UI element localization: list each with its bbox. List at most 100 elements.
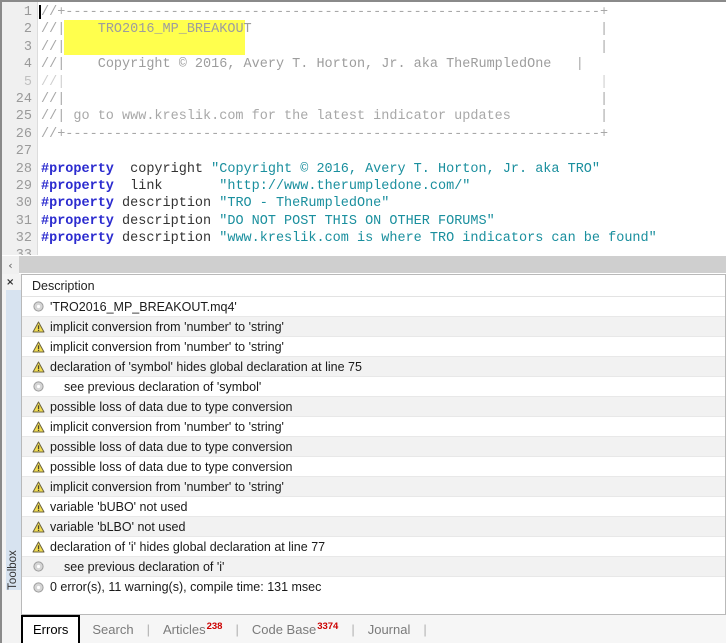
code-text: #property description "TRO - TheRumpledO…	[32, 195, 389, 212]
line-number: 29	[15, 178, 32, 194]
message-row[interactable]: possible loss of data due to type conver…	[22, 437, 725, 457]
line-number: 28	[15, 161, 32, 177]
code-line[interactable]: 25 //| go to www.kreslik.com for the late…	[2, 108, 726, 125]
code-token: Copyright © 2016, Avery T. Horton, Jr. a…	[65, 57, 576, 73]
message-row[interactable]: variable 'bLBO' not used	[22, 517, 725, 537]
message-row[interactable]: declaration of 'i' hides global declarat…	[22, 537, 725, 557]
code-editor[interactable]: 1 //+------------------------------------…	[2, 2, 726, 255]
code-token: #property	[41, 178, 114, 194]
code-line[interactable]: 31 #property description "DO NOT POST THI…	[2, 213, 726, 230]
code-token: "Copyright © 2016, Avery T. Horton, Jr. …	[211, 161, 601, 177]
message-row[interactable]: implicit conversion from 'number' to 'st…	[22, 337, 725, 357]
code-text: #property description "DO NOT POST THIS …	[32, 213, 495, 230]
code-text: #property link "http://www.therumpledone…	[32, 178, 470, 195]
info-icon	[30, 380, 47, 394]
scroll-left-arrow-icon[interactable]: ‹	[2, 256, 19, 274]
code-line[interactable]: 4//| Copyright © 2016, Avery T. Horton, …	[2, 56, 726, 73]
line-number: 4	[23, 57, 32, 73]
code-line[interactable]: 1 //+------------------------------------…	[2, 4, 726, 21]
message-text: variable 'bLBO' not used	[50, 519, 186, 534]
tab-label: Search	[92, 622, 134, 637]
code-token: //| |	[41, 91, 609, 107]
tab-errors[interactable]: Errors	[21, 615, 81, 643]
code-line[interactable]: 28 #property copyright "Copyright © 2016,…	[2, 161, 726, 178]
message-row[interactable]: possible loss of data due to type conver…	[22, 397, 725, 417]
code-line[interactable]: 27	[2, 143, 726, 160]
compile-status-row[interactable]: 0 error(s), 11 warning(s), compile time:…	[22, 577, 725, 597]
code-token: description	[113, 231, 220, 247]
code-token: #property	[41, 213, 114, 229]
code-token: "www.kreslik.com is where TRO indicators…	[219, 231, 657, 247]
line-number: 24	[15, 91, 32, 107]
message-row[interactable]: variable 'bUBO' not used	[22, 497, 725, 517]
code-line[interactable]: 29 #property link "http://www.therumpledo…	[2, 178, 726, 195]
close-icon[interactable]: ×	[6, 277, 14, 288]
toolbox-tabbar[interactable]: Errors Search | Articles 238 | Code Base 3374 | J…	[21, 614, 726, 643]
code-token: //+-------------------------------------…	[41, 126, 609, 142]
line-number: 27	[15, 144, 32, 160]
tab-code-base[interactable]: Code Base 3374	[240, 617, 350, 643]
code-text: //| go to www.kreslik.com for the latest…	[32, 108, 608, 125]
info-icon	[30, 580, 47, 594]
code-line[interactable]: 30 #property description "TRO - TheRumple…	[2, 195, 726, 212]
code-token: copyright	[113, 161, 212, 177]
code-text: //| Copyright © 2016, Avery T. Horton, J…	[32, 56, 584, 73]
warning-icon	[30, 480, 47, 494]
warning-icon	[30, 500, 47, 514]
toolbox-rail: × Toolbox	[2, 274, 21, 643]
code-line[interactable]: 3 //| |	[2, 39, 726, 56]
code-token: "http://www.therumpledone.com/"	[219, 178, 471, 194]
message-row[interactable]: implicit conversion from 'number' to 'st…	[22, 317, 725, 337]
message-row[interactable]: see previous declaration of 'symbol'	[22, 377, 725, 397]
code-line[interactable]: 24 //| |	[2, 91, 726, 108]
code-line[interactable]: 32 #property description "www.kreslik.com…	[2, 230, 726, 247]
code-line[interactable]: 2//| TRO2016_MP_BREAKOUT |	[2, 21, 726, 38]
line-number: 30	[15, 196, 32, 212]
warning-triangle-icon	[32, 501, 45, 512]
code-token: "DO NOT POST THIS ON OTHER FORUMS"	[219, 213, 495, 229]
message-text: implicit conversion from 'number' to 'st…	[50, 479, 284, 494]
editor-horizontal-scrollbar[interactable]: ‹	[2, 255, 726, 274]
warning-icon	[30, 520, 47, 534]
code-line[interactable]: 33	[2, 247, 726, 255]
warning-icon	[30, 400, 47, 414]
warning-triangle-icon	[32, 421, 45, 432]
message-text: possible loss of data due to type conver…	[50, 459, 293, 474]
line-number: 25	[15, 109, 32, 125]
code-line[interactable]: 26 //+-----------------------------------…	[2, 126, 726, 143]
toolbox-panel: × Toolbox Description 'TRO2016_MP_BREAKO…	[2, 274, 726, 643]
code-line[interactable]: 5 //| |	[2, 74, 726, 91]
message-text: variable 'bUBO' not used	[50, 499, 188, 514]
message-row[interactable]: see previous declaration of 'i'	[22, 557, 725, 577]
code-lines[interactable]: 1 //+------------------------------------…	[2, 4, 726, 255]
message-text: see previous declaration of 'i'	[64, 559, 225, 574]
messages-rows[interactable]: 'TRO2016_MP_BREAKOUT.mq4' implicit conver…	[22, 297, 725, 597]
message-row[interactable]: implicit conversion from 'number' to 'st…	[22, 477, 725, 497]
message-row[interactable]: implicit conversion from 'number' to 'st…	[22, 417, 725, 437]
tab-journal[interactable]: Journal	[356, 617, 423, 643]
code-token: //+-------------------------------------…	[41, 5, 609, 20]
message-row[interactable]: possible loss of data due to type conver…	[22, 457, 725, 477]
code-token: link	[113, 178, 220, 194]
tab-search[interactable]: Search	[80, 617, 145, 643]
message-text: 'TRO2016_MP_BREAKOUT.mq4'	[50, 299, 237, 314]
text-caret	[39, 5, 41, 19]
message-text: declaration of 'i' hides global declarat…	[50, 539, 326, 554]
code-token: |	[575, 57, 584, 73]
info-icon	[30, 300, 47, 314]
warning-icon	[30, 320, 47, 334]
line-number: 33	[2, 247, 32, 255]
line-number: 32	[15, 231, 32, 247]
info-circle-icon	[33, 381, 44, 392]
warning-triangle-icon	[32, 541, 45, 552]
tab-articles[interactable]: Articles 238	[151, 617, 234, 643]
messages-list[interactable]: Description 'TRO2016_MP_BREAKOUT.mq4' imp…	[21, 274, 726, 614]
toolbox-vertical-label: Toolbox	[7, 550, 19, 590]
line-number: 31	[15, 213, 32, 229]
code-token: "TRO - TheRumpledOne"	[219, 196, 390, 212]
code-text: //| |	[32, 74, 608, 91]
message-row[interactable]: declaration of 'symbol' hides global dec…	[22, 357, 725, 377]
message-row[interactable]: 'TRO2016_MP_BREAKOUT.mq4'	[22, 297, 725, 317]
line-number: 5	[23, 74, 32, 90]
code-token: #property	[41, 231, 114, 247]
